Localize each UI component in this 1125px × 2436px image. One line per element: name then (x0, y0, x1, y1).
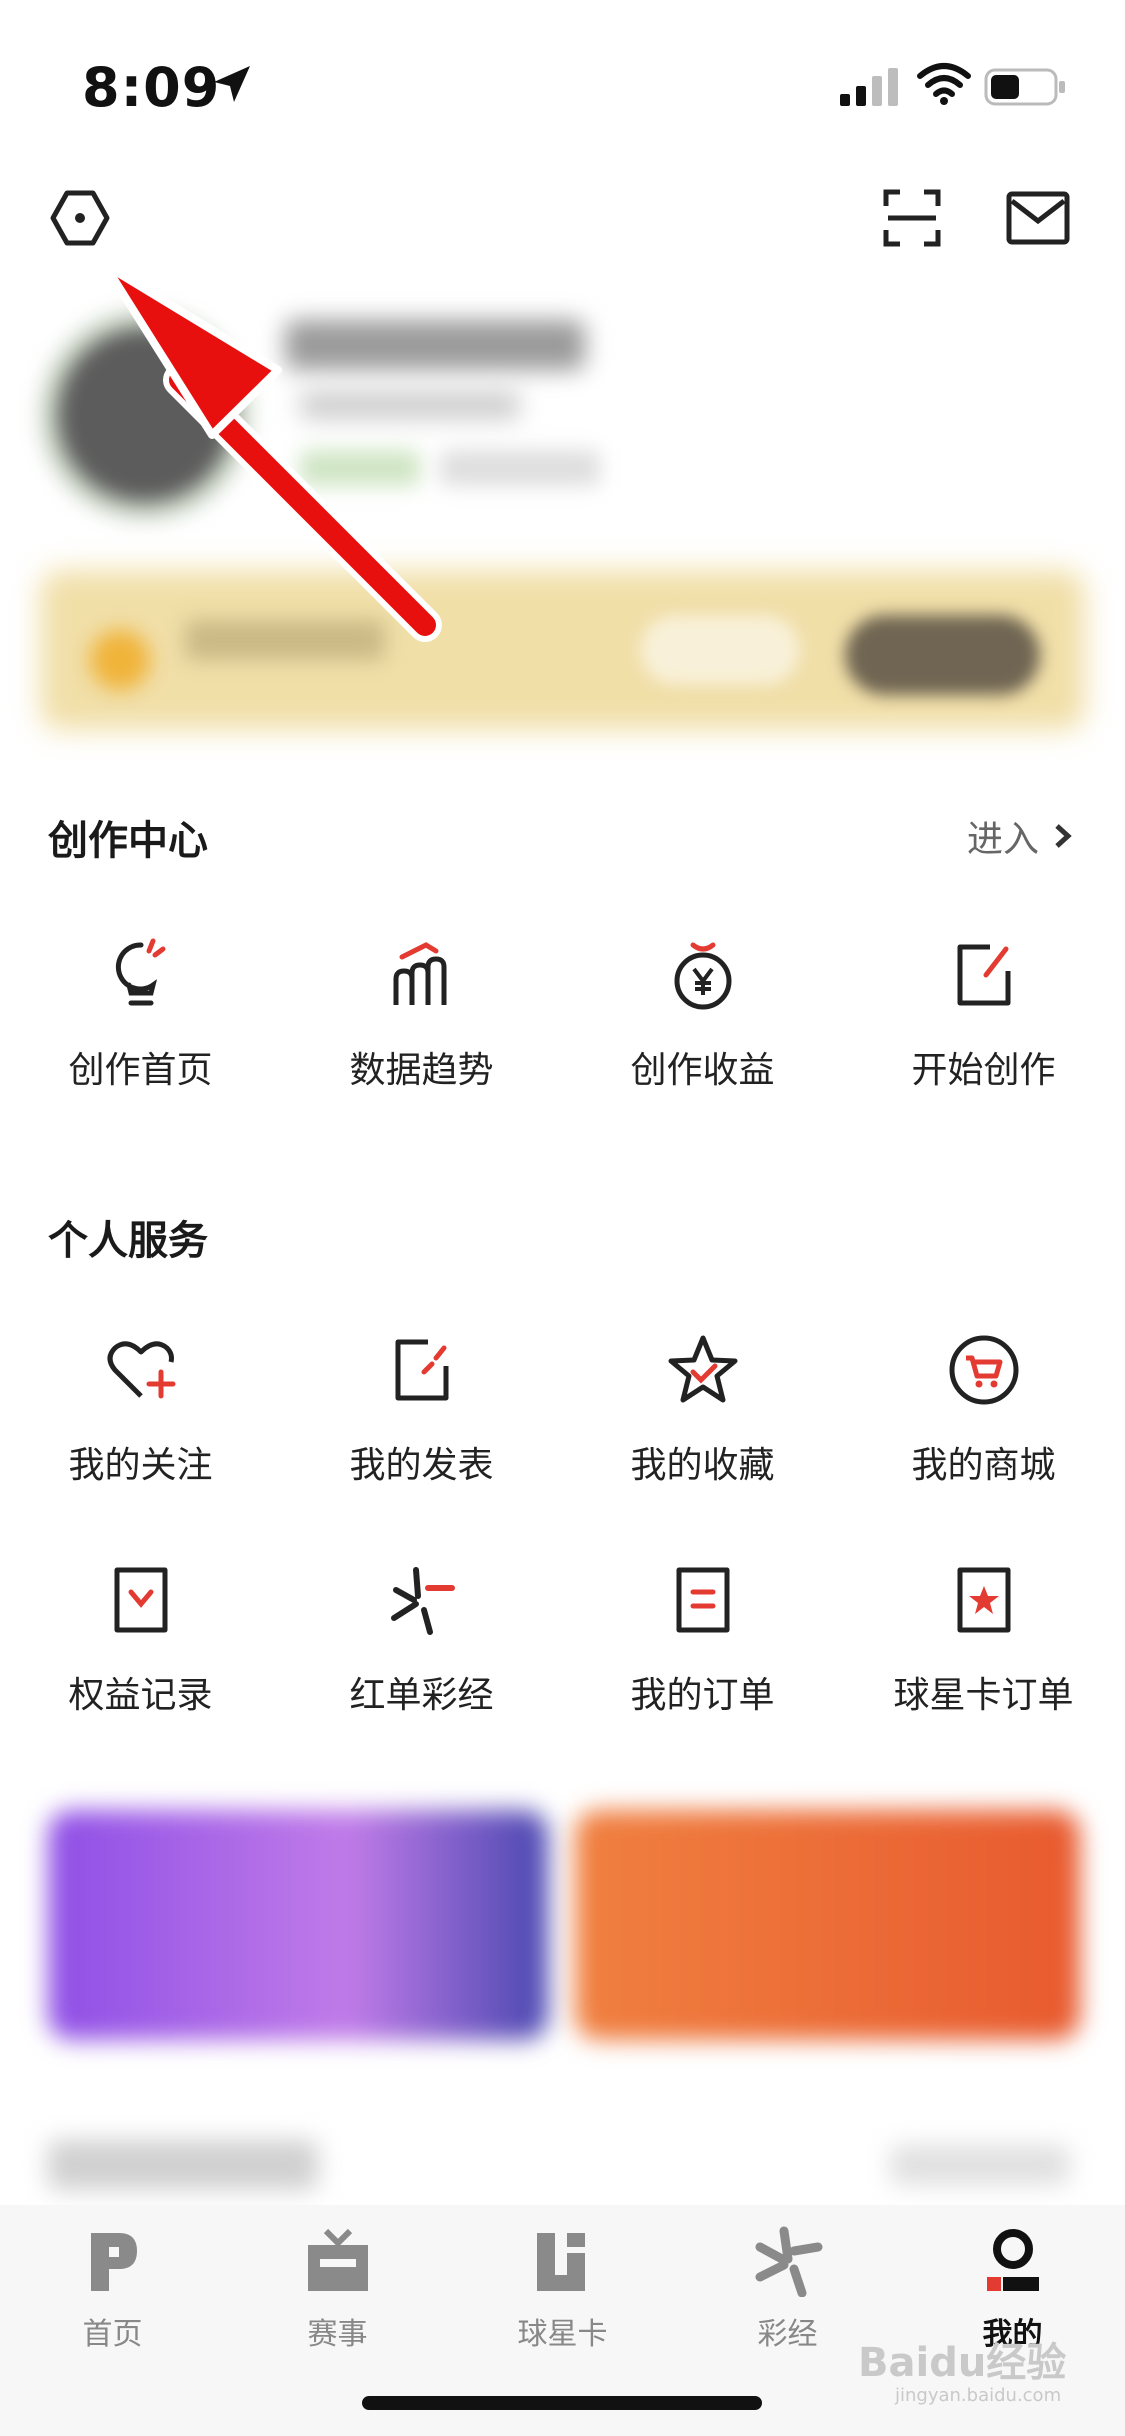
grid-item-label: 球星卡订单 (893, 1675, 1074, 1716)
watermark-url: jingyan.baidu.com (895, 2385, 1062, 2406)
lightbulb-icon (115, 938, 165, 1006)
grid-item-my-posts[interactable]: 我的发表 (281, 1330, 562, 1488)
grid-item-label: 我的收藏 (630, 1445, 775, 1486)
grid-item-my-follows[interactable]: 我的关注 (0, 1330, 281, 1488)
scan-icon (883, 189, 941, 247)
grid-item-label: 创作首页 (68, 1050, 213, 1091)
creation-center-enter-link[interactable]: 进入 (967, 810, 1073, 862)
tv-icon (307, 2228, 368, 2291)
settings-button[interactable] (44, 182, 116, 254)
grid-item-my-orders[interactable]: 我的订单 (562, 1560, 843, 1718)
grid-item-red-lottery[interactable]: 红单彩经 (281, 1560, 562, 1718)
home-indicator[interactable] (362, 2396, 762, 2410)
grid-item-star-card-orders[interactable]: 球星卡订单 (843, 1560, 1124, 1718)
profile-header[interactable] (0, 270, 1125, 750)
tab-label: 赛事 (307, 2317, 368, 2352)
grid-item-benefit-records[interactable]: 权益记录 (0, 1560, 281, 1718)
tab-label: 彩经 (757, 2317, 818, 2352)
grid-item-label: 我的订单 (630, 1675, 775, 1716)
cart-icon (949, 1335, 1018, 1405)
grid-item-start-creating[interactable]: 开始创作 (843, 935, 1124, 1093)
watermark: Baidu经验 (858, 2340, 1067, 2386)
blurred-section-link[interactable] (890, 2145, 1070, 2185)
star-check-icon (668, 1335, 737, 1403)
vip-secondary-button[interactable] (640, 615, 800, 685)
user-subtitle-blurred (300, 390, 520, 420)
mail-icon (1006, 191, 1070, 245)
grid-item-data-trend[interactable]: 数据趋势 (281, 935, 562, 1093)
tab-star-card[interactable]: 球星卡 (450, 2225, 675, 2353)
tab-label: 球星卡 (517, 2317, 608, 2352)
card-icon (536, 2233, 585, 2291)
grid-item-creation-home[interactable]: 创作首页 (0, 935, 281, 1093)
personal-services-row-1: 我的关注 我的发表 我的收藏 我的商城 (0, 1330, 1125, 1530)
tab-label: 首页 (82, 2317, 143, 2352)
battery-icon (984, 68, 1065, 106)
publish-icon (395, 1339, 448, 1401)
settings-hexagon-icon (50, 190, 110, 246)
personal-services-row-2: 权益记录 红单彩经 我的订单 球星卡订单 (0, 1560, 1125, 1760)
vip-badge-icon (90, 630, 150, 690)
vip-text-blurred (185, 620, 385, 660)
grid-item-label: 红单彩经 (349, 1675, 494, 1716)
status-time: 8:09 (82, 56, 221, 119)
grid-item-creation-earnings[interactable]: 创作收益 (562, 935, 843, 1093)
location-arrow-icon (214, 66, 250, 102)
promo-banner-right[interactable] (575, 1810, 1080, 2040)
grid-item-label: 权益记录 (68, 1675, 213, 1716)
grid-item-label: 我的商城 (911, 1445, 1056, 1486)
grid-item-my-mall[interactable]: 我的商城 (843, 1330, 1124, 1488)
yen-coin-icon (674, 942, 731, 1010)
profile-icon (986, 2229, 1039, 2291)
tab-events[interactable]: 赛事 (225, 2225, 450, 2353)
status-bar: 8:09 (0, 0, 1125, 170)
personal-services-title: 个人服务 (48, 1218, 208, 1264)
order-icon (676, 1567, 729, 1633)
scan-button[interactable] (876, 182, 948, 254)
grid-item-my-favorites[interactable]: 我的收藏 (562, 1330, 843, 1488)
avatar[interactable] (40, 310, 250, 520)
grid-item-label: 数据趋势 (349, 1050, 494, 1091)
cellular-signal-icon (840, 68, 898, 106)
user-stat-blurred (440, 450, 600, 486)
user-badge-blurred (300, 450, 420, 486)
grid-item-label: 创作收益 (630, 1050, 775, 1091)
grid-item-label: 我的发表 (349, 1445, 494, 1486)
user-name-blurred (285, 320, 585, 370)
grid-item-label: 我的关注 (68, 1445, 213, 1486)
edit-note-icon (957, 944, 1010, 1006)
tab-home[interactable]: 首页 (0, 2225, 225, 2353)
lottery-spark-icon (390, 1567, 455, 1635)
blurred-section-title (48, 2140, 318, 2190)
creation-center-title: 创作中心 (48, 818, 208, 864)
spark-icon (755, 2226, 822, 2297)
heart-plus-icon (107, 1341, 175, 1399)
star-card-icon (957, 1567, 1010, 1633)
mail-button[interactable] (1002, 182, 1074, 254)
grid-item-label: 开始创作 (911, 1050, 1056, 1091)
chevron-right-icon (1055, 824, 1072, 848)
creation-center-grid: 创作首页 数据趋势 创作收益 开始创作 (0, 935, 1125, 1135)
promo-banner-left[interactable] (48, 1810, 548, 2040)
bar-trend-icon (393, 942, 446, 1005)
home-p-icon (90, 2233, 137, 2291)
wifi-icon (917, 63, 971, 105)
vip-primary-button[interactable] (845, 615, 1040, 695)
enter-label: 进入 (966, 819, 1039, 860)
benefit-record-icon (114, 1567, 167, 1633)
